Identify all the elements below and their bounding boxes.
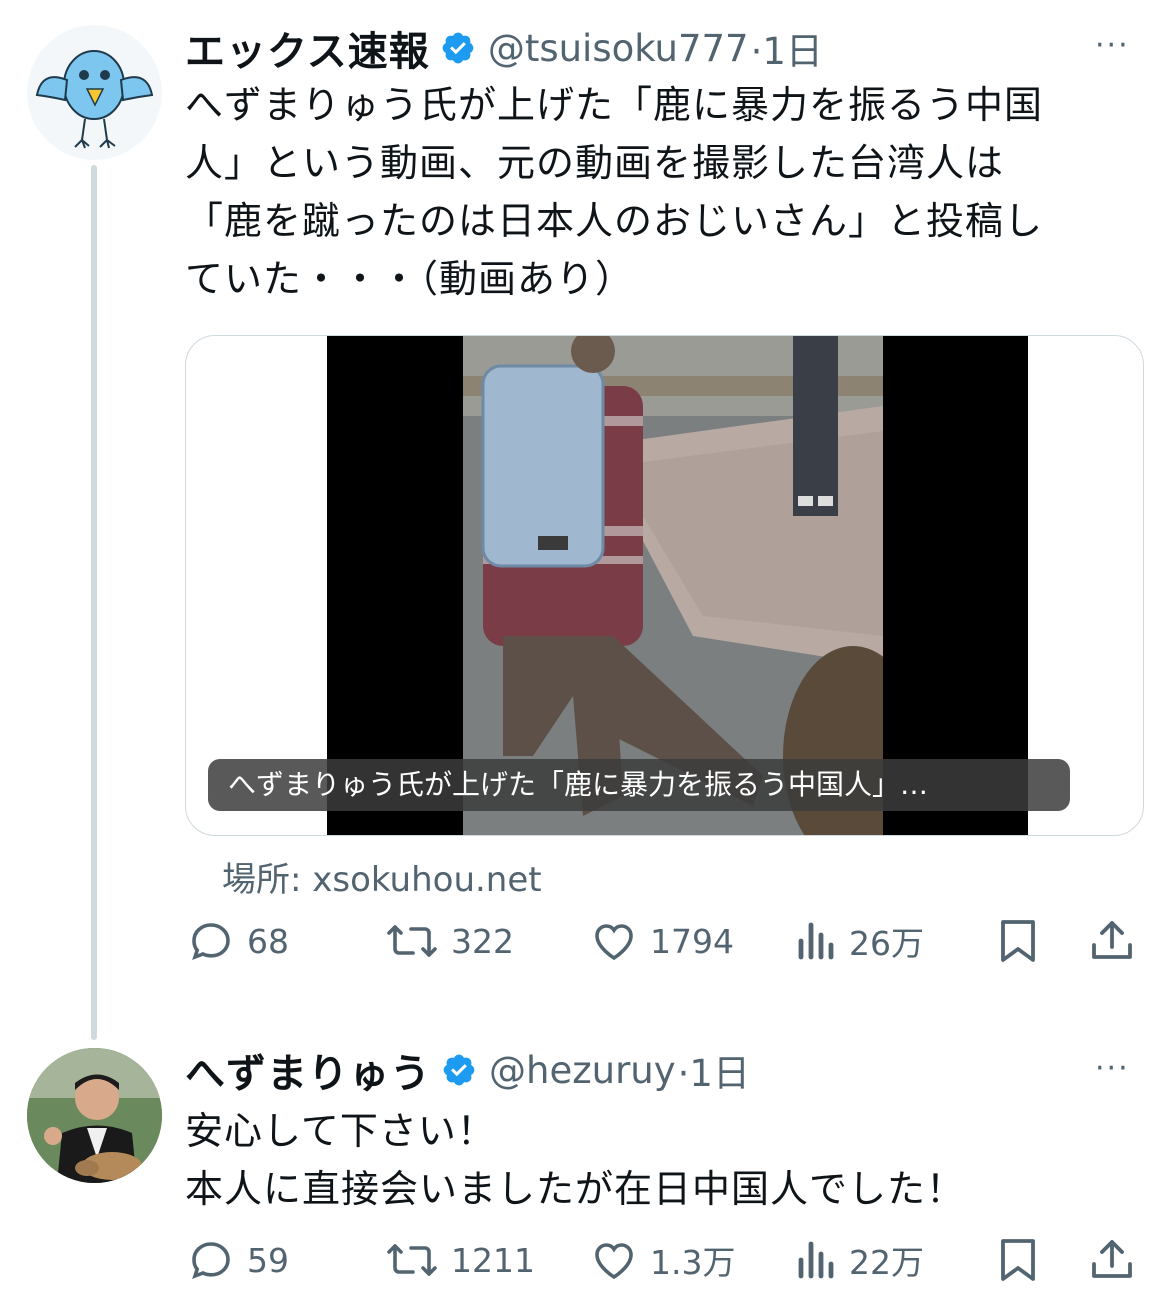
retweet-icon — [387, 1244, 437, 1276]
tweet2-like-count: 1.3万 — [650, 1243, 736, 1282]
tweet2-view-count: 22万 — [849, 1243, 924, 1282]
tweet2-text: 安心して下さい！ 本人に直接会いましたが在日中国人でした！ — [185, 1109, 966, 1211]
reply-icon — [192, 923, 230, 960]
tweet2-timestamp[interactable]: ·1日 — [678, 1043, 750, 1097]
tweet1-bookmark-button[interactable] — [997, 917, 1039, 965]
tweet1-handle[interactable]: @tsuisoku777 — [488, 27, 749, 70]
bird-avatar-icon — [35, 50, 154, 149]
share-icon — [1092, 1240, 1132, 1278]
thread-connector-line — [91, 165, 97, 1040]
tweet1-actions: 68 322 1794 26万 — [185, 917, 1145, 977]
verified-badge-icon — [440, 30, 476, 66]
avatar-tsuisoku[interactable] — [27, 25, 162, 160]
video-caption: へずまりゅう氏が上げた「鹿に暴力を振るう中国人」… — [208, 759, 1070, 811]
tweet1-retweet-button[interactable]: 322 — [385, 917, 514, 965]
avatar-hezuruy[interactable] — [27, 1048, 162, 1183]
tweet1-like-button[interactable]: 1794 — [590, 917, 734, 965]
views-icon — [798, 1241, 834, 1279]
bookmark-icon — [1001, 1239, 1035, 1281]
tweet2-header: へずまりゅう @hezuruy ·1日 — [185, 1041, 750, 1099]
tweet1-timestamp[interactable]: ·1日 — [751, 21, 823, 75]
tweet1-share-button[interactable] — [1088, 917, 1136, 965]
tweet1-view-count: 26万 — [849, 924, 924, 963]
tweet1-reply-button[interactable]: 68 — [187, 917, 289, 965]
like-icon — [595, 924, 633, 961]
tweet2-views-button[interactable]: 22万 — [795, 1236, 924, 1284]
tweet1-header: エックス速報 @tsuisoku777 ·1日 — [185, 19, 823, 77]
tweet2-display-name[interactable]: へずまりゅう — [185, 1041, 431, 1099]
tweet2-share-button[interactable] — [1088, 1236, 1136, 1284]
tweet1-retweet-count: 322 — [451, 921, 514, 961]
share-icon — [1092, 921, 1132, 959]
tweet2-retweet-count: 1211 — [451, 1240, 535, 1280]
more-icon[interactable]: ··· — [1095, 28, 1130, 63]
tweet1-display-name[interactable]: エックス速報 — [185, 19, 430, 77]
tweet1-text: へずまりゅう氏が上げた「鹿に暴力を振るう中国 人」という動画、元の動画を撮影した… — [185, 83, 1044, 301]
tweet1-reply-count: 68 — [247, 921, 289, 961]
tweet1-views-button[interactable]: 26万 — [795, 917, 924, 965]
tweet2-retweet-button[interactable]: 1211 — [385, 1236, 535, 1284]
views-icon — [798, 922, 834, 960]
like-icon — [595, 1243, 633, 1280]
tweet2-bookmark-button[interactable] — [997, 1236, 1039, 1284]
bookmark-icon — [1001, 920, 1035, 962]
retweet-icon — [387, 925, 437, 957]
person-photo-avatar — [27, 1048, 162, 1183]
tweet2-actions: 59 1211 1.3万 22万 — [185, 1236, 1145, 1296]
source-link[interactable]: 場所: xsokuhou.net — [222, 852, 542, 901]
verified-badge-icon — [441, 1052, 477, 1088]
more-icon[interactable]: ··· — [1095, 1051, 1130, 1086]
reply-icon — [192, 1242, 230, 1279]
tweet2-like-button[interactable]: 1.3万 — [590, 1236, 735, 1284]
tweet2-reply-button[interactable]: 59 — [187, 1236, 289, 1284]
tweet2-reply-count: 59 — [247, 1240, 289, 1280]
tweet1-like-count: 1794 — [650, 921, 734, 961]
tweet2-handle[interactable]: @hezuruy — [489, 1049, 676, 1092]
